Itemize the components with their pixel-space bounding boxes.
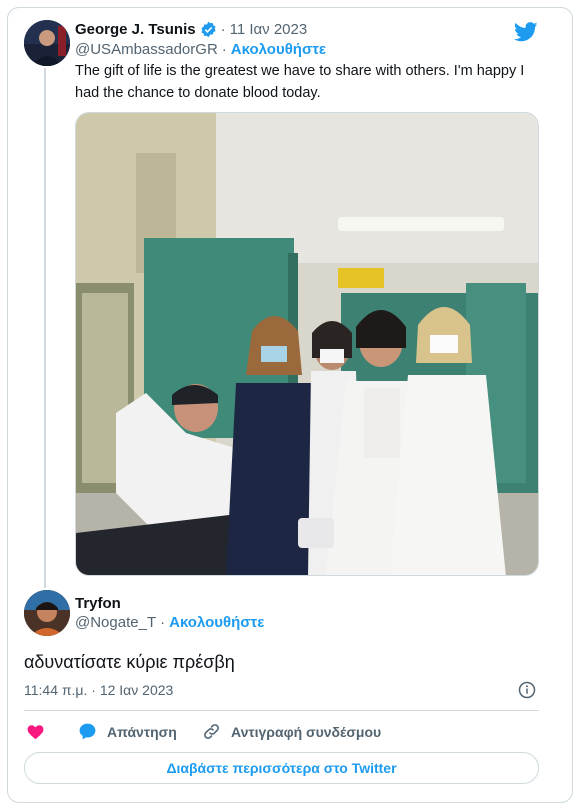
reply-handle-row: @Nogate_T · Ακολουθήστε (75, 614, 265, 631)
tweet-text: The gift of life is the greatest we have… (75, 63, 525, 101)
thread-connector-line (44, 68, 46, 588)
reply-bubble-icon (78, 722, 107, 741)
like-button[interactable] (26, 722, 55, 740)
twitter-bird-icon[interactable] (513, 21, 538, 48)
tweet-date[interactable]: 11 Ιαν 2023 (230, 21, 308, 38)
reply-label: Απάντηση (107, 723, 177, 740)
link-icon (202, 722, 231, 741)
author-handle-row: @USAmbassadorGR · Ακολουθήστε (75, 41, 327, 58)
heart-icon (26, 722, 55, 740)
author-avatar[interactable] (24, 20, 70, 66)
divider (24, 710, 539, 711)
author-name-row: George J. Tsunis · 11 Ιαν 2023 (75, 21, 308, 38)
follow-reply-author-link[interactable]: Ακολουθήστε (169, 614, 264, 631)
reply-button[interactable]: Απάντηση (78, 722, 177, 741)
author-handle[interactable]: @USAmbassadorGR (75, 41, 218, 58)
author-name[interactable]: George J. Tsunis (75, 21, 196, 38)
tweet-photo[interactable] (75, 112, 539, 576)
reply-timestamp[interactable]: 11:44 π.μ. · 12 Ιαν 2023 (24, 682, 173, 698)
reply-author-avatar[interactable] (24, 590, 70, 636)
info-icon[interactable] (518, 681, 536, 704)
reply-author-name[interactable]: Tryfon (75, 595, 121, 612)
copy-link-button[interactable]: Αντιγραφή συνδέσμου (202, 722, 381, 741)
reply-text: αδυνατίσατε κύριε πρέσβη (24, 652, 235, 672)
reply-author-handle[interactable]: @Nogate_T (75, 614, 156, 631)
read-more-button[interactable]: Διαβάστε περισσότερα στο Twitter (24, 752, 539, 784)
verified-badge-icon (200, 21, 217, 38)
copy-link-label: Αντιγραφή συνδέσμου (231, 723, 382, 740)
follow-author-link[interactable]: Ακολουθήστε (231, 41, 326, 58)
